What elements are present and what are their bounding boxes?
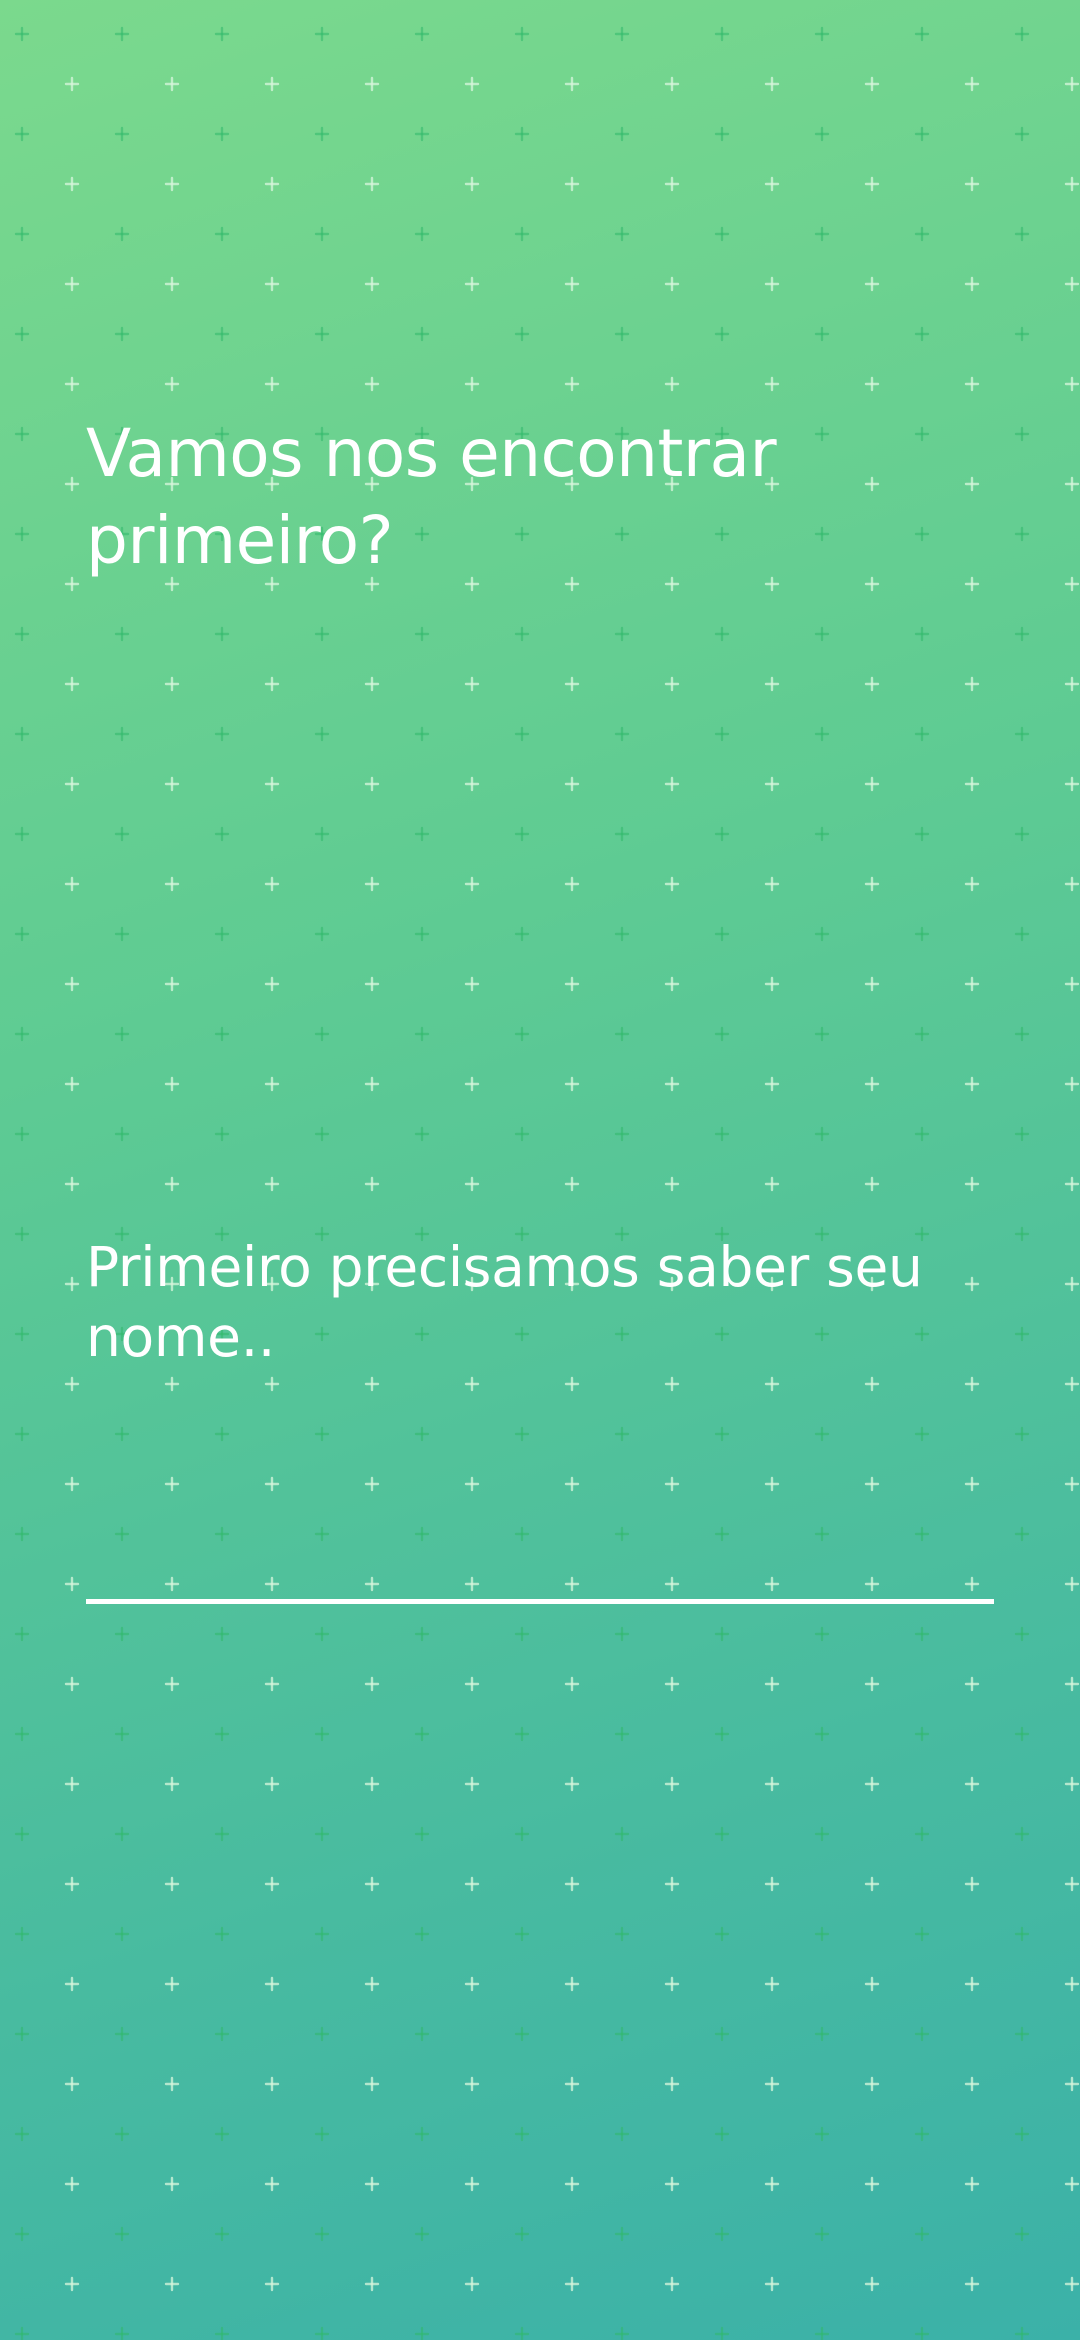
onboarding-screen: Vamos nos encontrar primeiro? Primeiro p…: [0, 0, 1080, 2340]
name-input[interactable]: [86, 1520, 994, 1604]
name-prompt-label: Primeiro precisamos saber seu nome..: [86, 1235, 923, 1369]
page-title: Vamos nos encontrar primeiro?: [86, 415, 777, 579]
plus-pattern-background: [0, 0, 1080, 2340]
